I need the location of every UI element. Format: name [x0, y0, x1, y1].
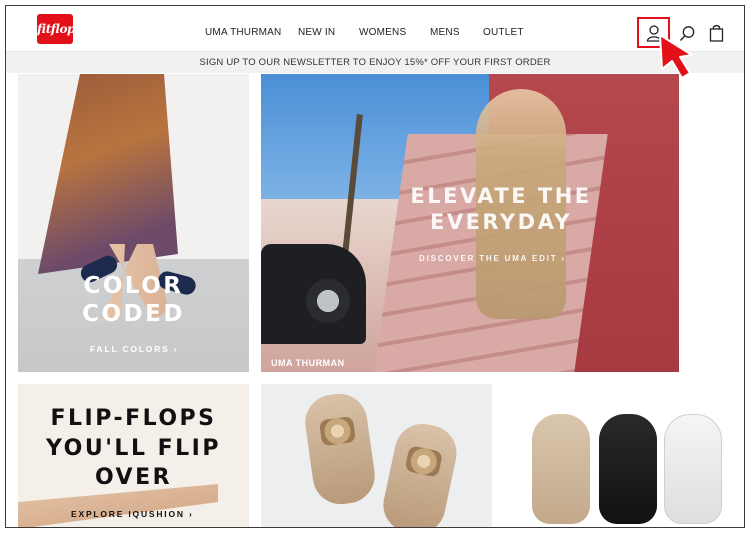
discover-uma-edit-link[interactable]: DISCOVER THE UMA EDIT › — [419, 254, 566, 263]
car-wheel-image — [306, 279, 350, 323]
dress-image — [38, 74, 178, 274]
tile-sneakers[interactable] — [504, 384, 735, 527]
red-pointer-arrow-icon — [656, 33, 696, 81]
tile-title-line: YOU'LL FLIP — [45, 435, 221, 461]
sandal-image — [301, 390, 379, 508]
tile-title-line: EVERYDAY — [429, 209, 573, 234]
tile-flip-flops[interactable]: FLIP-FLOPS YOU'LL FLIP OVER EXPLORE IQUS… — [18, 384, 249, 527]
main-nav: UMA THURMAN NEW IN WOMENS MENS OUTLET — [6, 6, 744, 51]
explore-iqushion-link[interactable]: EXPLORE IQUSHION › — [71, 509, 194, 519]
sneaker-image — [599, 414, 657, 524]
sneaker-image — [664, 414, 722, 524]
newsletter-banner[interactable]: SIGN UP TO OUR NEWSLETTER TO ENJOY 15%* … — [6, 51, 744, 73]
fall-colors-link[interactable]: FALL COLORS › — [90, 344, 178, 354]
newsletter-banner-text: SIGN UP TO OUR NEWSLETTER TO ENJOY 15%* … — [199, 57, 551, 68]
browser-viewport: fitflop UMA THURMAN NEW IN WOMENS MENS O… — [5, 5, 745, 528]
tile-title-line: CODED — [82, 301, 185, 328]
tile-title-line: OVER — [94, 465, 173, 491]
tile-caption: UMA THURMAN — [271, 358, 345, 368]
tile-title-line: ELEVATE THE — [410, 184, 592, 208]
tile-title-line: COLOR — [83, 273, 184, 299]
bag-icon — [709, 24, 724, 42]
site-header: fitflop UMA THURMAN NEW IN WOMENS MENS O… — [6, 6, 744, 51]
tile-title: FLIP-FLOPS YOU'LL FLIP OVER — [18, 404, 249, 493]
tile-title-line: FLIP-FLOPS — [50, 406, 217, 431]
tile-elevate-everyday[interactable]: ELEVATE THE EVERYDAY DISCOVER THE UMA ED… — [261, 74, 679, 372]
bag-button[interactable] — [705, 22, 727, 44]
tile-sandals[interactable] — [261, 384, 492, 527]
palm-tree-image — [341, 114, 363, 264]
nav-item-uma-thurman[interactable]: UMA THURMAN — [205, 27, 281, 38]
nav-item-womens[interactable]: WOMENS — [359, 27, 406, 38]
tile-title: COLOR CODED — [18, 272, 249, 328]
sandal-image — [378, 418, 462, 527]
sneaker-image — [532, 414, 590, 524]
nav-item-mens[interactable]: MENS — [430, 27, 460, 38]
nav-item-outlet[interactable]: OUTLET — [483, 27, 524, 38]
tile-color-coded[interactable]: COLOR CODED FALL COLORS › — [18, 74, 249, 372]
tile-title: ELEVATE THE EVERYDAY — [401, 184, 601, 235]
nav-item-new-in[interactable]: NEW IN — [298, 27, 335, 38]
